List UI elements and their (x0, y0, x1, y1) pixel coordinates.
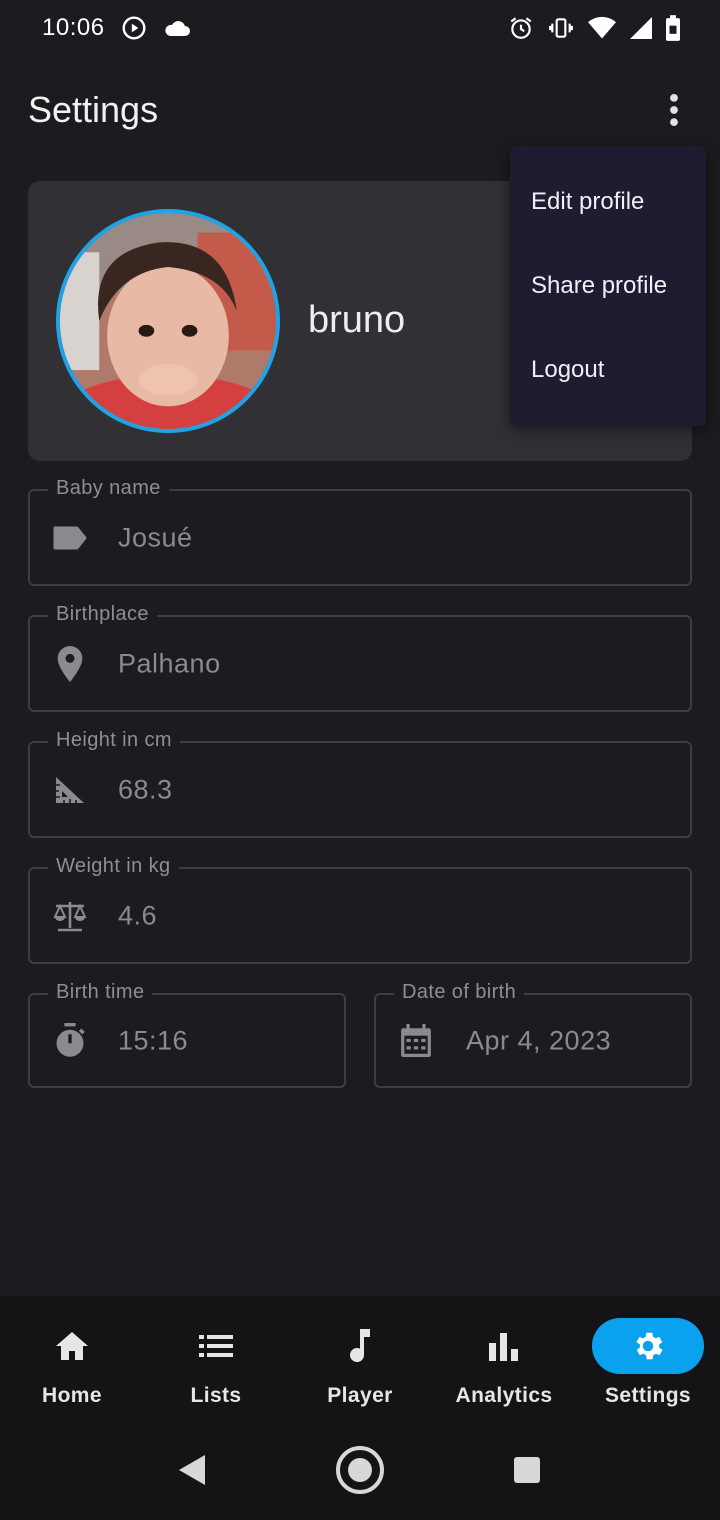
app-bar: Settings (0, 70, 720, 150)
location-pin-icon (52, 645, 88, 682)
birth-time-value: 15:16 (118, 1025, 189, 1055)
nav-icon-container (448, 1318, 560, 1374)
stopwatch-icon (52, 1022, 88, 1059)
recents-icon (513, 1457, 540, 1483)
home-circle-icon (335, 1446, 384, 1494)
status-right (508, 15, 680, 41)
bar-chart-icon (489, 1333, 518, 1361)
birthplace-value: Palhano (118, 648, 221, 678)
scale-icon (52, 898, 88, 934)
date-of-birth-value: Apr 4, 2023 (466, 1025, 612, 1055)
birth-time-label: Birth time (48, 981, 153, 1004)
weight-value: 4.6 (118, 900, 158, 930)
weight-label: Weight in kg (48, 855, 179, 878)
label-tag-icon (52, 520, 88, 556)
wifi-icon (588, 16, 616, 40)
height-label: Height in cm (48, 729, 180, 752)
date-of-birth-label: Date of birth (394, 981, 525, 1004)
baby-name-value: Josué (118, 522, 193, 552)
cloud-icon (163, 17, 191, 39)
signal-icon (630, 17, 652, 39)
ruler-triangle-icon (52, 772, 88, 808)
home-icon (56, 1332, 88, 1360)
nav-label-lists: Lists (190, 1384, 242, 1407)
height-value: 68.3 (118, 774, 173, 804)
more-options-button[interactable] (656, 86, 692, 134)
height-field[interactable]: Height in cm 68.3 (28, 729, 692, 838)
nav-label-analytics: Analytics (455, 1384, 553, 1407)
alarm-icon (508, 15, 534, 41)
page-title: Settings (28, 89, 159, 130)
back-icon (179, 1455, 206, 1485)
nav-item-player[interactable]: Player (288, 1296, 432, 1420)
overflow-menu: Edit profile Share profile Logout (510, 146, 706, 426)
nav-label-home: Home (42, 1384, 102, 1407)
status-left: 10:06 (42, 14, 191, 42)
baby-name-field[interactable]: Baby name Josué (28, 477, 692, 586)
birthplace-label: Birthplace (48, 603, 157, 626)
status-bar: 10:06 (0, 0, 720, 56)
vibrate-icon (548, 15, 574, 41)
nav-label-settings: Settings (604, 1384, 692, 1407)
nav-item-lists[interactable]: Lists (144, 1296, 288, 1420)
battery-icon (666, 15, 680, 41)
more-vert-icon (670, 93, 678, 127)
list-icon (199, 1335, 233, 1357)
avatar-photo (60, 213, 276, 429)
play-circle-icon (121, 15, 147, 41)
menu-item-edit-profile[interactable]: Edit profile (510, 160, 706, 244)
gear-icon (636, 1332, 663, 1360)
system-navigation-bar (0, 1420, 720, 1520)
profile-name: bruno (308, 299, 406, 341)
calendar-icon (398, 1023, 434, 1059)
weight-field[interactable]: Weight in kg 4.6 (28, 855, 692, 964)
menu-item-logout[interactable]: Logout (510, 328, 706, 412)
nav-item-settings[interactable]: Settings (576, 1296, 720, 1420)
avatar[interactable] (56, 209, 280, 433)
nav-item-home[interactable]: Home (0, 1296, 144, 1420)
status-time: 10:06 (42, 14, 105, 41)
menu-item-share-profile[interactable]: Share profile (510, 244, 706, 328)
birthplace-field[interactable]: Birthplace Palhano (28, 603, 692, 712)
nav-icon-container (16, 1318, 128, 1374)
nav-item-analytics[interactable]: Analytics (432, 1296, 576, 1420)
music-note-icon (350, 1329, 370, 1363)
birth-time-field[interactable]: Birth time 15:16 (28, 981, 346, 1088)
system-recents-button[interactable] (497, 1440, 557, 1500)
nav-label-player: Player (327, 1384, 393, 1407)
baby-name-label: Baby name (48, 477, 169, 500)
date-of-birth-field[interactable]: Date of birth Apr 4, 2023 (374, 981, 692, 1088)
nav-icon-container (304, 1318, 416, 1374)
bottom-navigation: Home Lists Player Analytics Settings (0, 1296, 720, 1420)
nav-icon-container (160, 1318, 272, 1374)
system-home-button[interactable] (330, 1440, 390, 1500)
system-back-button[interactable] (163, 1440, 223, 1500)
nav-icon-container (592, 1318, 704, 1374)
